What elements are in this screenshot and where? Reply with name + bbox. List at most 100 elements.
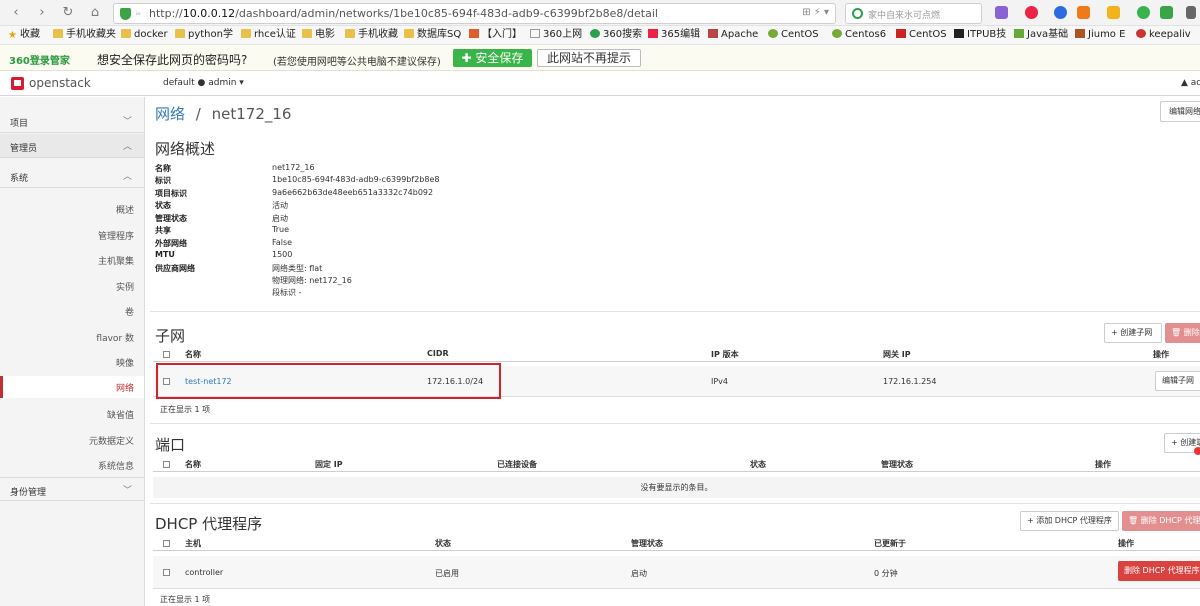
column-header: 操作 (1118, 539, 1134, 548)
sidebar-item-system-info[interactable]: 系统信息 (0, 456, 144, 474)
bookmark-item[interactable]: Jiumo E (1075, 28, 1125, 42)
column-header[interactable]: CIDR (427, 349, 449, 358)
column-header[interactable]: 名称 (185, 349, 201, 360)
folder-icon (302, 29, 312, 38)
extension-icon[interactable] (1077, 6, 1090, 19)
field-label: 管理状态 (155, 214, 187, 223)
section-divider (150, 311, 1200, 312)
sidebar-item-hypervisors[interactable]: 管理程序 (0, 226, 144, 244)
sidebar-group-project[interactable]: 项目 ﹀ (0, 109, 144, 133)
bookmark-item[interactable]: ITPUB技 (954, 28, 1006, 42)
sidebar-group-admin[interactable]: 管理员 ︿ (0, 134, 144, 158)
url-text[interactable]: http://10.0.0.12/dashboard/admin/network… (149, 7, 658, 20)
bookmark-item[interactable]: keepaliv (1136, 28, 1191, 42)
edit-subnet-button[interactable]: 编辑子网 (1155, 371, 1200, 391)
breadcrumb-networks-link[interactable]: 网络 (155, 105, 185, 123)
openstack-logo-icon[interactable] (11, 77, 24, 90)
column-header[interactable]: 状态 (435, 538, 451, 549)
sidebar-group-system[interactable]: 系统 ︿ (0, 164, 144, 188)
bookmark-item[interactable]: CentOS (896, 28, 947, 42)
never-prompt-button[interactable]: 此网站不再提示 (537, 49, 641, 67)
bookmark-item[interactable]: CentOS (768, 28, 819, 42)
user-menu[interactable]: ▲ ad (1181, 78, 1200, 88)
bookmarks-bar: ★ 收藏 手机收藏夹 docker python学 rhce认证 电影 手机收藏 … (0, 26, 1200, 45)
refresh-icon[interactable]: ↻ (60, 5, 76, 21)
bookmark-item[interactable]: Java基础 (1014, 28, 1068, 42)
edit-network-button[interactable]: 编辑网络 (1160, 101, 1200, 122)
site-icon (896, 29, 906, 38)
search-tool-icon[interactable] (1054, 6, 1067, 19)
add-dhcp-agent-button[interactable]: + 添加 DHCP 代理程序 (1020, 511, 1119, 531)
sidebar-item-defaults[interactable]: 缺省值 (0, 405, 144, 423)
project-selector[interactable]: default ● admin ▾ (163, 78, 244, 88)
site-icon (954, 29, 964, 38)
column-header[interactable]: 固定 IP (315, 459, 343, 470)
delete-subnets-button[interactable]: 🗑 删除子网 (1165, 323, 1200, 343)
extension-icon[interactable] (995, 6, 1008, 19)
column-header[interactable]: 管理状态 (881, 459, 913, 470)
bookmark-item[interactable]: 360上网 (530, 28, 582, 42)
delete-dhcp-agents-button[interactable]: 🗑 删除 DHCP 代理程序 (1122, 511, 1200, 531)
address-bar[interactable]: ᵢₙ http://10.0.0.12/dashboard/admin/netw… (113, 3, 836, 24)
column-header[interactable]: IP 版本 (711, 349, 739, 360)
bookmark-item[interactable]: 365编辑 (648, 28, 700, 42)
sidebar-item-host-aggregates[interactable]: 主机聚集 (0, 251, 144, 269)
openstack-logo-text[interactable]: openstack (29, 76, 91, 90)
extension-icon[interactable] (1137, 6, 1150, 19)
column-header: 操作 (1153, 350, 1169, 359)
sidebar-item-images[interactable]: 映像 (0, 353, 144, 371)
sidebar-item-metadata[interactable]: 元数据定义 (0, 431, 144, 449)
sidebar-item-label: 网络 (115, 384, 134, 394)
cut-icon[interactable] (1025, 6, 1038, 19)
sidebar-item-instances[interactable]: 实例 (0, 277, 144, 295)
bookmark-item[interactable]: 【入门】 (469, 28, 522, 42)
scroll-indicator-icon (1194, 447, 1200, 455)
bookmark-item[interactable]: 电影 (302, 28, 335, 42)
folder-icon (404, 29, 414, 38)
column-header[interactable]: 已连接设备 (497, 459, 537, 470)
select-all-checkbox[interactable] (163, 461, 170, 468)
bookmark-item[interactable]: docker (121, 28, 168, 42)
delete-dhcp-agent-button[interactable]: 删除 DHCP 代理程序 (1118, 561, 1200, 581)
section-divider (150, 503, 1200, 504)
address-tools-icon[interactable]: ⊞ ⚡ ▾ (802, 7, 829, 18)
sidebar-item-networks[interactable]: 网络 (0, 376, 144, 398)
shield-ext-icon[interactable] (1107, 6, 1120, 19)
back-icon[interactable]: ‹ (8, 5, 24, 21)
bookmark-item[interactable]: python学 (175, 28, 233, 42)
sidebar-group-identity[interactable]: 身份管理 ﹀ (0, 477, 144, 501)
search-box[interactable]: 家中自来水可点燃 (845, 3, 982, 24)
select-all-checkbox[interactable] (163, 351, 170, 358)
home-icon[interactable]: ⌂ (87, 5, 103, 21)
column-header[interactable]: 名称 (185, 459, 201, 470)
sidebar-item-flavors[interactable]: flavor 数 (0, 328, 144, 346)
forward-icon[interactable]: › (34, 5, 50, 21)
sidebar-item-volumes[interactable]: 卷 (0, 302, 144, 320)
column-header[interactable]: 状态 (750, 459, 766, 470)
password-save-note: (若您使用网吧等公共电脑不建议保存) (273, 57, 441, 68)
bookmark-item[interactable]: 数据库SQ (404, 28, 461, 42)
bookmark-item[interactable]: 360搜索 (590, 28, 642, 42)
bookmark-item[interactable]: ★ 收藏 (8, 28, 40, 42)
row-checkbox[interactable] (163, 569, 170, 576)
search-placeholder: 家中自来水可点燃 (868, 11, 941, 21)
sidebar-item-overview[interactable]: 概述 (0, 200, 144, 218)
select-all-checkbox[interactable] (163, 540, 170, 547)
chevron-up-icon: ︿ (123, 142, 133, 152)
menu-icon[interactable] (1186, 6, 1196, 19)
site-info-icon[interactable]: ᵢₙ (136, 8, 141, 17)
bookmark-item[interactable]: Centos6 (832, 28, 886, 42)
column-header[interactable]: 网关 IP (883, 349, 911, 360)
bookmark-item[interactable]: rhce认证 (241, 28, 296, 42)
bookmark-item[interactable]: 手机收藏夹 (53, 28, 116, 42)
column-header[interactable]: 已更新于 (874, 538, 906, 549)
create-subnet-button[interactable]: + 创建子网 (1104, 323, 1162, 343)
bookmark-item[interactable]: 手机收藏 (345, 28, 398, 42)
safe-save-button[interactable]: ✚ 安全保存 (453, 49, 532, 67)
extension-icon[interactable] (1160, 6, 1173, 19)
field-label: 名称 (155, 164, 171, 173)
bookmark-item[interactable]: Apache (708, 28, 758, 42)
field-label: 项目标识 (155, 189, 187, 198)
column-header[interactable]: 管理状态 (631, 538, 663, 549)
column-header[interactable]: 主机 (185, 538, 201, 549)
